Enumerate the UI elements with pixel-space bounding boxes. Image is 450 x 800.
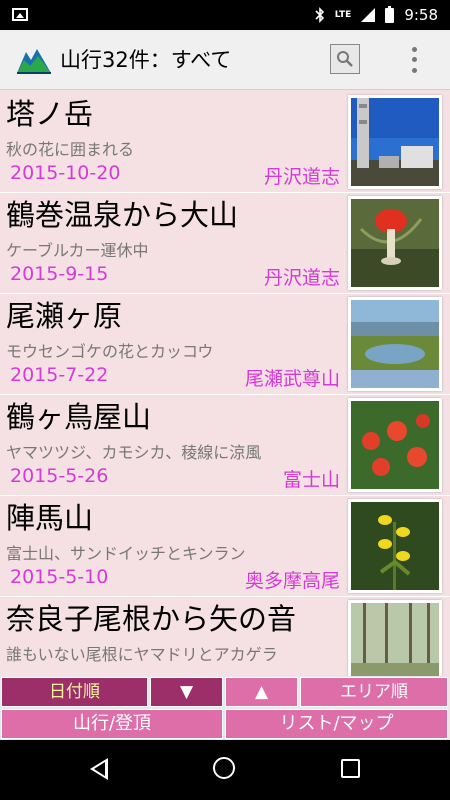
status-time: 9:58: [404, 6, 438, 24]
photo-image: [351, 300, 439, 388]
sort-ascending-button[interactable]: ▲: [225, 677, 298, 707]
record-area: 奥多摩高尾: [244, 570, 340, 592]
record-title: 奈良子尾根から矢の音: [6, 602, 297, 636]
photo-image: [351, 401, 439, 489]
sort-by-date-button[interactable]: 日付順: [1, 677, 148, 707]
overflow-menu-icon: [411, 46, 417, 52]
navigation-bar: [0, 740, 450, 800]
search-button[interactable]: [330, 44, 360, 74]
record-subtitle: 秋の花に囲まれる: [6, 140, 135, 159]
record-title: 鶴ヶ鳥屋山: [6, 400, 152, 434]
list-item[interactable]: 鶴巻温泉から大山 ケーブルカー運休中 2015-9-15 丹沢道志: [0, 193, 450, 294]
photo-image: [351, 603, 439, 676]
photo-image: [351, 502, 439, 590]
record-area: 丹沢道志: [263, 166, 340, 188]
list-map-toggle-button[interactable]: リスト/マップ: [225, 709, 448, 739]
sort-by-area-button[interactable]: エリア順: [300, 677, 448, 707]
image-icon: [12, 8, 28, 21]
record-list[interactable]: 塔ノ岳 秋の花に囲まれる 2015-10-20 丹沢道志 鶴巻温泉から大山 ケー…: [0, 92, 450, 676]
sort-descending-button[interactable]: ▼: [150, 677, 223, 707]
list-item[interactable]: 鶴ヶ鳥屋山 ヤマツツジ、カモシカ、稜線に涼風 2015-5-26 富士山: [0, 395, 450, 496]
record-thumbnail[interactable]: [348, 297, 442, 391]
home-icon[interactable]: [213, 757, 235, 779]
record-subtitle: ヤマツツジ、カモシカ、稜線に涼風: [6, 443, 262, 462]
record-title: 陣馬山: [6, 501, 94, 535]
record-title: 尾瀬ヶ原: [6, 299, 123, 333]
record-date: 2015-5-10: [10, 566, 109, 588]
record-subtitle: 富士山、サンドイッチとキンラン: [6, 544, 246, 563]
search-icon: [337, 51, 353, 67]
status-icons: LTE 9:58: [315, 0, 438, 30]
mountain-logo-icon: [16, 46, 52, 74]
record-date: 2015-10-20: [10, 162, 121, 184]
signal-icon: [361, 8, 376, 22]
app-bar: 山行32件：すべて: [0, 30, 450, 90]
battery-icon: [385, 5, 395, 23]
back-icon[interactable]: [90, 758, 108, 780]
status-bar: LTE 9:58: [0, 0, 450, 30]
record-subtitle: モウセンゴケの花とカッコウ: [6, 342, 214, 361]
record-title: 鶴巻温泉から大山: [6, 198, 239, 232]
record-area: 丹沢道志: [263, 267, 340, 289]
record-date: 2015-7-22: [10, 364, 109, 386]
list-item[interactable]: 陣馬山 富士山、サンドイッチとキンラン 2015-5-10 奥多摩高尾: [0, 496, 450, 597]
list-item[interactable]: 奈良子尾根から矢の音 誰もいない尾根にヤマドリとアカゲラ: [0, 597, 450, 676]
record-thumbnail[interactable]: [348, 600, 442, 676]
recent-apps-icon[interactable]: [341, 759, 360, 778]
overflow-menu-button[interactable]: [404, 44, 424, 76]
record-date: 2015-5-26: [10, 465, 109, 487]
record-area: 尾瀬武尊山: [244, 368, 340, 390]
list-item[interactable]: 塔ノ岳 秋の花に囲まれる 2015-10-20 丹沢道志: [0, 92, 450, 193]
record-thumbnail[interactable]: [348, 196, 442, 290]
app-title: 山行32件：すべて: [60, 48, 232, 72]
action-bar: 山行/登頂 リスト/マップ: [0, 708, 450, 740]
record-area: 富士山: [282, 469, 340, 491]
list-item[interactable]: 尾瀬ヶ原 モウセンゴケの花とカッコウ 2015-7-22 尾瀬武尊山: [0, 294, 450, 395]
record-thumbnail[interactable]: [348, 398, 442, 492]
photo-image: [351, 199, 439, 287]
network-label: LTE: [334, 10, 352, 20]
record-thumbnail[interactable]: [348, 499, 442, 593]
record-subtitle: 誰もいない尾根にヤマドリとアカゲラ: [6, 645, 278, 664]
photo-image: [351, 98, 439, 186]
sort-bar: 日付順 ▼ ▲ エリア順: [0, 676, 450, 708]
record-date: 2015-9-15: [10, 263, 109, 285]
record-subtitle: ケーブルカー運休中: [6, 241, 149, 260]
record-thumbnail[interactable]: [348, 95, 442, 189]
climb-summit-toggle-button[interactable]: 山行/登頂: [1, 709, 223, 739]
bluetooth-icon: [315, 7, 324, 23]
record-title: 塔ノ岳: [6, 97, 94, 131]
